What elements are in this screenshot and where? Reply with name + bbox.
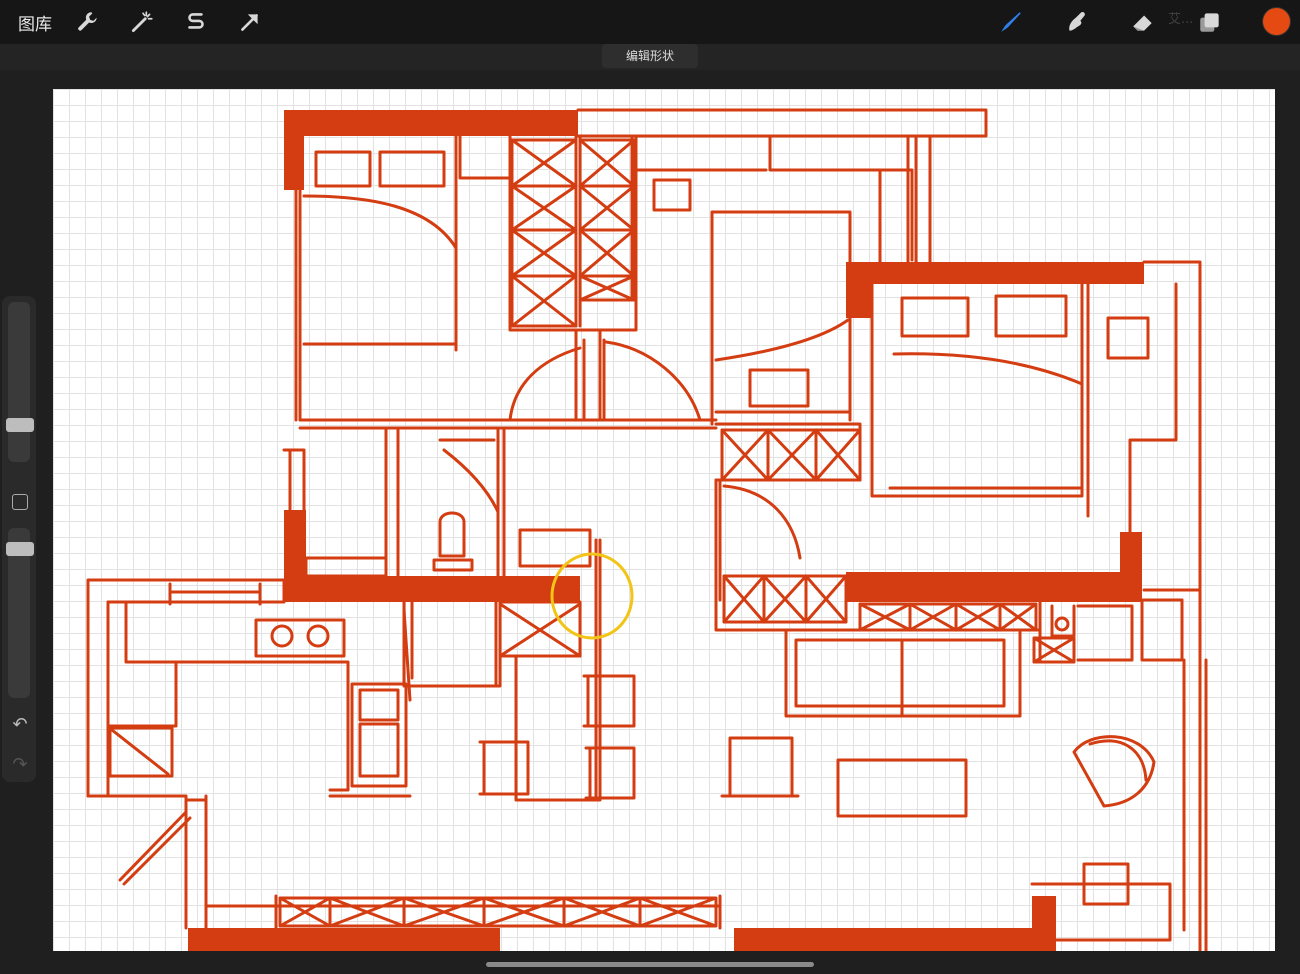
- transform-button[interactable]: [234, 6, 266, 38]
- square-modify-icon[interactable]: [12, 494, 28, 510]
- left-sidebar: ↶ ↷: [2, 296, 36, 782]
- smudge-finger-icon: [1069, 11, 1085, 31]
- brush-icon: [1001, 12, 1021, 32]
- cabinet-box: [722, 574, 766, 624]
- eraser-icon: [1133, 15, 1152, 31]
- cabinet-box: [908, 602, 958, 632]
- cabinet-box: [766, 428, 818, 482]
- layers-icon: [1200, 13, 1219, 32]
- top-toolbar: 图库 艾...: [0, 0, 1300, 44]
- cabinet-box: [562, 896, 642, 928]
- cabinet-box: [638, 896, 718, 928]
- cabinet-box: [510, 274, 578, 328]
- cabinet-box: [998, 602, 1038, 632]
- watermark-text: 艾...: [1168, 12, 1194, 27]
- wrench-icon: [78, 12, 97, 31]
- cabinet-box: [402, 896, 486, 928]
- magic-wand-icon: [131, 11, 153, 33]
- cabinet-box: [510, 184, 578, 232]
- cabinet-box: [720, 428, 770, 482]
- adjustments-button[interactable]: [126, 6, 158, 38]
- cabinet-box: [510, 138, 578, 188]
- selection-button[interactable]: [180, 6, 212, 38]
- eraser-button[interactable]: [1127, 6, 1159, 38]
- home-indicator: [486, 962, 814, 967]
- cabinet-box: [814, 428, 862, 482]
- cabinet-box: [762, 574, 808, 624]
- smudge-button[interactable]: [1061, 6, 1093, 38]
- cabinet-box: [858, 602, 912, 632]
- cabinet-box: [578, 274, 636, 302]
- brush-size-slider[interactable]: [8, 302, 30, 462]
- drawing-canvas[interactable]: [53, 89, 1275, 951]
- brush-button[interactable]: [995, 6, 1027, 38]
- brush-size-thumb[interactable]: [6, 418, 34, 432]
- layers-button[interactable]: [1194, 6, 1226, 38]
- cabinet-box: [510, 228, 578, 278]
- edit-shape-button[interactable]: 编辑形状: [602, 44, 698, 68]
- thick-walls: [188, 110, 1144, 951]
- selection-s-icon: [188, 13, 204, 29]
- actions-button[interactable]: [72, 6, 104, 38]
- cabinet-box: [804, 574, 848, 624]
- cabinet-box: [578, 228, 636, 278]
- undo-arrow-icon[interactable]: ↶: [9, 714, 31, 736]
- cabinet-box: [578, 184, 636, 232]
- arrow-cursor-icon: [241, 14, 258, 31]
- floor-plan-drawing: [86, 108, 1208, 951]
- color-picker-button[interactable]: [1263, 8, 1290, 35]
- cabinet-box: [328, 896, 406, 928]
- cabinet-box: [954, 602, 1002, 632]
- opacity-thumb[interactable]: [6, 542, 34, 556]
- cabinet-box: [278, 896, 332, 928]
- redo-arrow-icon[interactable]: ↷: [9, 754, 31, 776]
- cabinet-box: [482, 896, 566, 928]
- gallery-button[interactable]: 图库: [18, 10, 52, 35]
- cabinet-box: [578, 138, 636, 188]
